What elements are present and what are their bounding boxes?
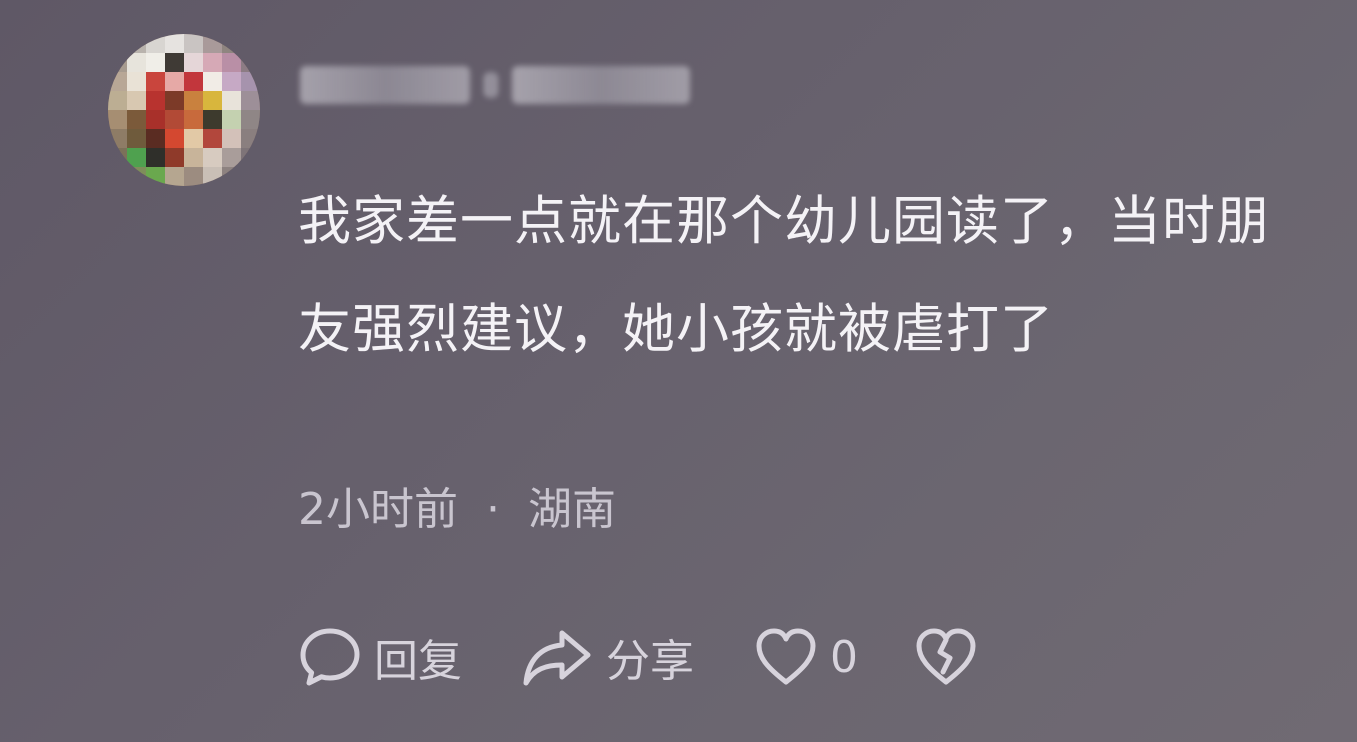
- like-count: 0: [830, 631, 858, 683]
- speech-bubble-icon: [298, 625, 362, 689]
- share-label: 分享: [606, 636, 694, 687]
- username-blurred-part: [300, 66, 470, 104]
- meta-separator: ·: [486, 484, 500, 535]
- reply-label: 回复: [374, 636, 462, 687]
- username-blurred-part: [512, 66, 690, 104]
- heart-icon: [754, 626, 818, 688]
- avatar[interactable]: [108, 34, 260, 186]
- like-button[interactable]: 0: [754, 626, 858, 688]
- share-arrow-icon: [520, 625, 594, 689]
- broken-heart-icon: [914, 626, 978, 688]
- comment-meta: 2小时前 · 湖南: [298, 478, 616, 542]
- comment-actions: 回复 分享 0: [298, 622, 978, 692]
- share-button[interactable]: 分享: [520, 625, 694, 689]
- username-blurred-dot: [484, 72, 498, 98]
- username[interactable]: [300, 55, 704, 115]
- comment-location: 湖南: [528, 484, 616, 535]
- comment-time: 2小时前: [298, 484, 458, 535]
- reply-button[interactable]: 回复: [298, 625, 462, 689]
- dislike-button[interactable]: [914, 626, 978, 688]
- comment-text: 我家差一点就在那个幼儿园读了，当时朋友强烈建议，她小孩就被虐打了: [298, 191, 1270, 360]
